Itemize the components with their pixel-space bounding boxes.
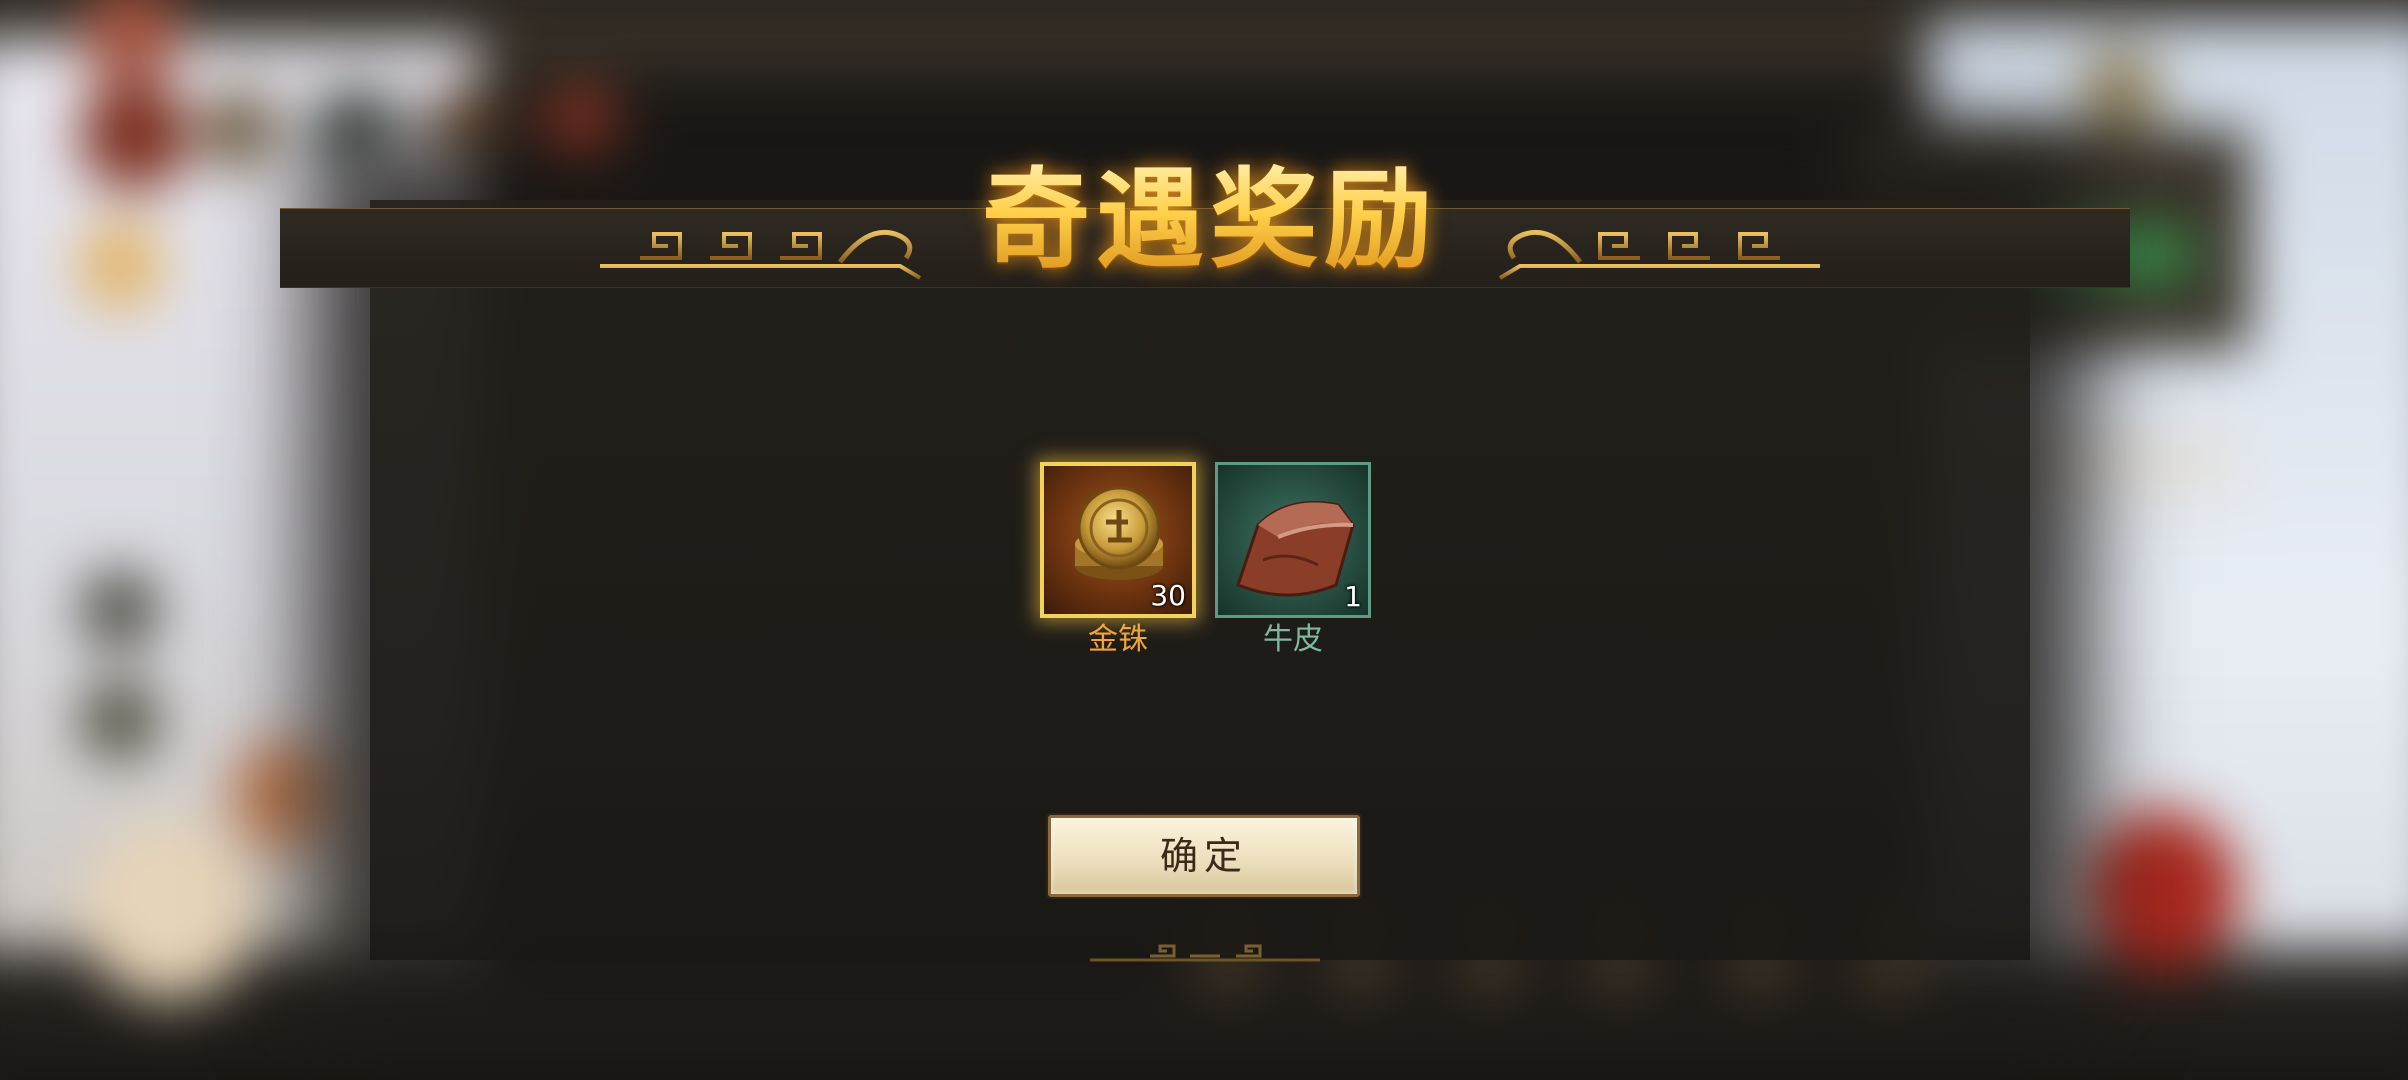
dialog-title: 奇遇奖励	[920, 150, 1500, 290]
reward-name: 金铢	[1088, 622, 1148, 657]
reward-count: 1	[1344, 580, 1362, 613]
bottom-ornament	[1090, 944, 1320, 962]
reward-item-frame[interactable]: 30	[1040, 462, 1196, 618]
reward-item-frame[interactable]: 1	[1215, 462, 1371, 618]
reward-item-cowhide[interactable]: 1 牛皮	[1215, 462, 1371, 660]
title-ornament-left	[600, 229, 922, 280]
reward-name: 牛皮	[1263, 622, 1323, 657]
reward-count: 30	[1150, 579, 1186, 612]
confirm-button[interactable]: 确定	[1048, 815, 1360, 897]
title-ornament-right	[1498, 229, 1820, 280]
reward-item-gold[interactable]: 30 金铢	[1040, 462, 1196, 660]
